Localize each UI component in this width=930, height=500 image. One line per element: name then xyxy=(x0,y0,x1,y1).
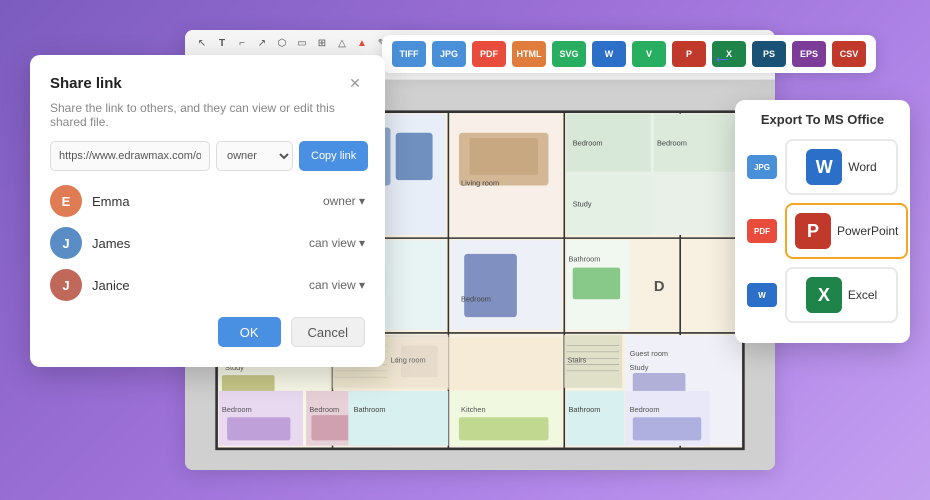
toolbar-arrow[interactable]: ↗ xyxy=(253,35,271,53)
svg-text:Long room: Long room xyxy=(390,355,425,364)
svg-text:Study: Study xyxy=(573,200,592,209)
svg-text:Bedroom: Bedroom xyxy=(222,405,252,414)
toolbar-cursor[interactable]: ↖ xyxy=(193,35,211,53)
svg-text:Guest room: Guest room xyxy=(630,349,668,358)
toolbar-fill[interactable]: ▲ xyxy=(353,35,371,53)
format-csv[interactable]: CSV xyxy=(832,41,866,67)
toolbar-rect[interactable]: ▭ xyxy=(293,35,311,53)
svg-text:Bathroom: Bathroom xyxy=(569,254,601,263)
user-name-emma: Emma xyxy=(92,194,323,209)
word-icon: W xyxy=(806,149,842,185)
link-row: owner can view can edit Copy link xyxy=(50,141,365,171)
export-jpg-badge: JPG xyxy=(747,155,777,179)
export-ppt-option[interactable]: P PowerPoint xyxy=(785,203,908,259)
close-button[interactable]: ✕ xyxy=(345,73,365,93)
svg-text:D: D xyxy=(654,279,665,295)
toolbar-mountain[interactable]: △ xyxy=(333,35,351,53)
format-tiff[interactable]: TIFF xyxy=(392,41,426,67)
excel-label: Excel xyxy=(848,288,877,302)
excel-icon-letter: X xyxy=(818,285,830,306)
svg-text:Study: Study xyxy=(630,363,649,372)
word-label: Word xyxy=(848,160,876,174)
svg-text:Stairs: Stairs xyxy=(567,355,586,364)
format-eps[interactable]: EPS xyxy=(792,41,826,67)
svg-text:Bedroom: Bedroom xyxy=(461,294,491,303)
avatar-james: J xyxy=(50,227,82,259)
format-visio[interactable]: V xyxy=(632,41,666,67)
copy-link-button[interactable]: Copy link xyxy=(299,141,368,171)
svg-text:Bedroom: Bedroom xyxy=(309,405,339,414)
export-row-ppt: PDF P PowerPoint xyxy=(747,203,898,259)
export-excel-option[interactable]: X Excel xyxy=(785,267,898,323)
svg-text:Bedroom: Bedroom xyxy=(573,138,603,147)
export-word-badge: W xyxy=(747,283,777,307)
export-pdf-badge: PDF xyxy=(747,219,777,243)
dialog-header: Share link ✕ xyxy=(50,73,365,93)
export-word-option[interactable]: W Word xyxy=(785,139,898,195)
format-jpg[interactable]: JPG xyxy=(432,41,466,67)
ok-button[interactable]: OK xyxy=(218,317,281,347)
format-html[interactable]: HTML xyxy=(512,41,546,67)
user-role-janice[interactable]: can view ▾ xyxy=(309,278,365,292)
svg-text:Living room: Living room xyxy=(461,178,499,187)
svg-text:Kitchen: Kitchen xyxy=(461,405,486,414)
user-row-janice: J Janice can view ▾ xyxy=(50,269,365,301)
export-panel-title: Export To MS Office xyxy=(747,112,898,127)
link-input[interactable] xyxy=(50,141,210,171)
format-ps[interactable]: PS xyxy=(752,41,786,67)
avatar-emma: E xyxy=(50,185,82,217)
user-role-james[interactable]: can view ▾ xyxy=(309,236,365,250)
toolbar-text[interactable]: T xyxy=(213,35,231,53)
export-panel: Export To MS Office JPG W Word PDF P Pow… xyxy=(735,100,910,343)
dialog-description: Share the link to others, and they can v… xyxy=(50,101,365,129)
export-row-excel: W X Excel xyxy=(747,267,898,323)
ppt-icon: P xyxy=(795,213,831,249)
format-pdf[interactable]: PDF xyxy=(472,41,506,67)
svg-text:Bathroom: Bathroom xyxy=(569,405,601,414)
ppt-label: PowerPoint xyxy=(837,224,898,238)
toolbar-corner[interactable]: ⌐ xyxy=(233,35,251,53)
user-row-emma: E Emma owner ▾ xyxy=(50,185,365,217)
avatar-janice: J xyxy=(50,269,82,301)
dialog-title: Share link xyxy=(50,75,122,92)
ppt-icon-letter: P xyxy=(807,221,819,242)
word-icon-letter: W xyxy=(816,157,833,178)
format-ppt[interactable]: P xyxy=(672,41,706,67)
link-role-select[interactable]: owner can view can edit xyxy=(216,141,293,171)
svg-text:Bathroom: Bathroom xyxy=(354,405,386,414)
svg-text:Bedroom: Bedroom xyxy=(630,405,660,414)
user-row-james: J James can view ▾ xyxy=(50,227,365,259)
dialog-actions: OK Cancel xyxy=(50,317,365,347)
share-dialog: Share link ✕ Share the link to others, a… xyxy=(30,55,385,367)
format-word[interactable]: W xyxy=(592,41,626,67)
user-name-james: James xyxy=(92,236,309,251)
excel-icon: X xyxy=(806,277,842,313)
format-toolbar: TIFF JPG PDF HTML SVG W V P X PS EPS CSV xyxy=(382,35,876,73)
svg-text:Bedroom: Bedroom xyxy=(657,138,687,147)
user-name-janice: Janice xyxy=(92,278,309,293)
toolbar-table[interactable]: ⊞ xyxy=(313,35,331,53)
arrow-indicator: ← xyxy=(712,46,732,69)
toolbar-shape[interactable]: ⬡ xyxy=(273,35,291,53)
cancel-button[interactable]: Cancel xyxy=(291,317,365,347)
format-svg[interactable]: SVG xyxy=(552,41,586,67)
user-role-emma[interactable]: owner ▾ xyxy=(323,194,365,208)
export-row-word: JPG W Word xyxy=(747,139,898,195)
